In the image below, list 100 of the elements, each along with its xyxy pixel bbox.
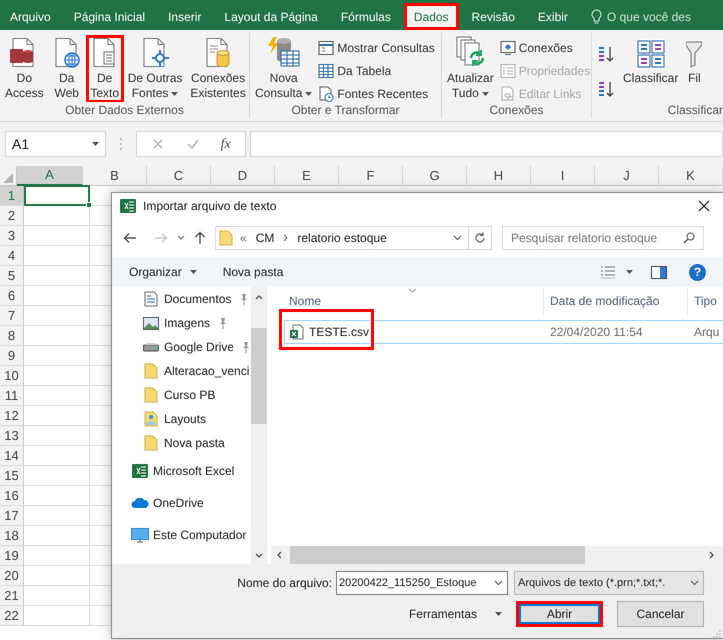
file-type-dropdown[interactable]: Arquivos de texto (*.prn;*.txt;*. (514, 571, 704, 595)
row-header[interactable]: 15 (0, 466, 24, 485)
nav-item[interactable]: Alteracao_venci (112, 359, 251, 384)
row-header[interactable]: 7 (0, 306, 24, 325)
nav-item[interactable]: Documentos (112, 287, 251, 312)
nav-item[interactable]: Imagens (112, 311, 251, 336)
ribbon-tab[interactable]: Inserir (158, 3, 212, 30)
ribbon-button[interactable]: Fil (682, 35, 706, 88)
row-header[interactable]: 4 (0, 246, 24, 265)
ribbon-button[interactable]: De Outras Fontes (124, 35, 186, 102)
row-header[interactable]: 18 (0, 526, 24, 545)
spreadsheet-icon (120, 198, 136, 214)
nav-item[interactable]: OneDrive (112, 487, 251, 520)
list-icon (500, 63, 516, 79)
row-header[interactable]: 2 (0, 206, 24, 225)
sort-caret-icon (408, 288, 417, 294)
preview-pane-button[interactable] (651, 266, 667, 279)
ribbon-button[interactable]: De Texto (86, 35, 124, 102)
row-header[interactable]: 19 (0, 546, 24, 565)
column-header[interactable]: H (467, 166, 531, 186)
ribbon-button[interactable]: Mostrar Consultas (318, 38, 435, 58)
active-cell[interactable] (24, 185, 90, 206)
ribbon-button[interactable]: Atualizar Tudo (443, 35, 498, 102)
row-header[interactable]: 20 (0, 566, 24, 585)
row-header[interactable]: 10 (0, 366, 24, 385)
row-header[interactable]: 1 (0, 186, 24, 205)
column-header[interactable]: E (275, 166, 339, 186)
name-box[interactable]: A1 (5, 131, 106, 157)
column-header[interactable]: J (595, 166, 659, 186)
dialog-button[interactable]: Cancelar (617, 601, 704, 627)
column-header[interactable]: A (17, 166, 83, 186)
close-icon (153, 139, 164, 149)
ribbon-button[interactable]: Nova Consulta (251, 35, 316, 102)
breadcrumb-item[interactable]: CM (254, 228, 276, 247)
column-header[interactable]: Nome (271, 287, 544, 316)
organize-menu[interactable]: Organizar (129, 263, 197, 282)
column-header[interactable]: F (339, 166, 403, 186)
ribbon-button[interactable]: Fontes Recentes (318, 84, 435, 102)
row-header[interactable]: 16 (0, 486, 24, 505)
breadcrumb-overflow[interactable]: « (240, 228, 247, 247)
ribbon-tab[interactable]: Arquivo (0, 3, 61, 30)
scrollbar[interactable] (251, 287, 267, 564)
ribbon-button[interactable]: Do Access (1, 35, 48, 102)
row-header[interactable]: 21 (0, 586, 24, 605)
file-name-field[interactable]: 20200422_115250_Estoque (336, 571, 508, 595)
row-header[interactable]: 13 (0, 426, 24, 445)
close-button[interactable] (696, 198, 712, 214)
column-header[interactable]: D (211, 166, 275, 186)
dialog-button[interactable]: Abrir (516, 601, 603, 627)
chevron-down-icon (494, 580, 503, 586)
nav-item[interactable]: Layouts (112, 407, 251, 432)
row-header[interactable]: 8 (0, 326, 24, 345)
file-row[interactable]: TESTE.csv 22/04/2020 11:54 Arqu (284, 320, 723, 344)
row-header[interactable]: 14 (0, 446, 24, 465)
address-bar[interactable]: « CM relatorio estoque (215, 226, 492, 250)
ribbon-button[interactable]: Da Tabela (318, 61, 435, 81)
row-header[interactable]: 12 (0, 406, 24, 425)
row-header[interactable]: 5 (0, 266, 24, 285)
folder-icon (144, 363, 158, 380)
ribbon-tab[interactable]: Layout da Página (214, 3, 328, 30)
ribbon-button[interactable]: Da Web (48, 35, 86, 102)
ribbon-button[interactable]: Classificar (619, 35, 682, 88)
nav-item[interactable]: Microsoft Excel (112, 455, 251, 488)
column-header[interactable]: Tipo (688, 287, 723, 316)
ribbon-tab[interactable]: Dados (404, 3, 459, 30)
row-header[interactable]: 6 (0, 286, 24, 305)
formula-field[interactable] (250, 131, 723, 157)
insert-function-button[interactable]: fx (220, 134, 231, 154)
row-header[interactable]: 9 (0, 346, 24, 365)
ribbon-tab[interactable]: Página Inicial (64, 3, 156, 30)
column-header[interactable]: C (147, 166, 211, 186)
row-header[interactable]: 17 (0, 506, 24, 525)
row-header[interactable]: 11 (0, 386, 24, 405)
drag-handle-icon (119, 137, 123, 151)
new-folder-button[interactable]: Nova pasta (222, 263, 284, 282)
column-header[interactable]: B (83, 166, 147, 186)
ribbon-tab[interactable]: Exibir (528, 3, 578, 30)
tell-me-field[interactable]: O que você des (606, 8, 691, 26)
folder-icon (219, 230, 233, 246)
search-field[interactable]: Pesquisar relatorio estoque (502, 226, 704, 250)
ribbon-tab[interactable]: Fórmulas (330, 3, 401, 30)
folder-icon (144, 387, 158, 404)
column-header[interactable]: K (659, 166, 723, 186)
folder-icon (144, 435, 158, 452)
nav-item[interactable]: Curso PB (112, 383, 251, 408)
column-header[interactable]: I (531, 166, 595, 186)
row-header[interactable]: 22 (0, 606, 24, 625)
ribbon-button[interactable]: Conexões (500, 38, 590, 58)
row-header[interactable]: 3 (0, 226, 24, 245)
help-button[interactable]: ? (689, 264, 706, 281)
column-header[interactable]: Data de modificação (544, 287, 688, 316)
column-header[interactable]: G (403, 166, 467, 186)
breadcrumb-item[interactable]: relatorio estoque (295, 228, 389, 247)
nav-item[interactable]: Nova pasta (112, 431, 251, 456)
view-options-button[interactable] (600, 265, 633, 280)
ribbon-button[interactable]: Conexões Existentes (186, 35, 249, 102)
scrollbar[interactable] (271, 546, 723, 564)
ribbon-tab[interactable]: Revisão (462, 3, 525, 30)
nav-item[interactable]: Este Computador (112, 519, 251, 552)
tools-menu[interactable]: Ferramentas (408, 605, 502, 623)
